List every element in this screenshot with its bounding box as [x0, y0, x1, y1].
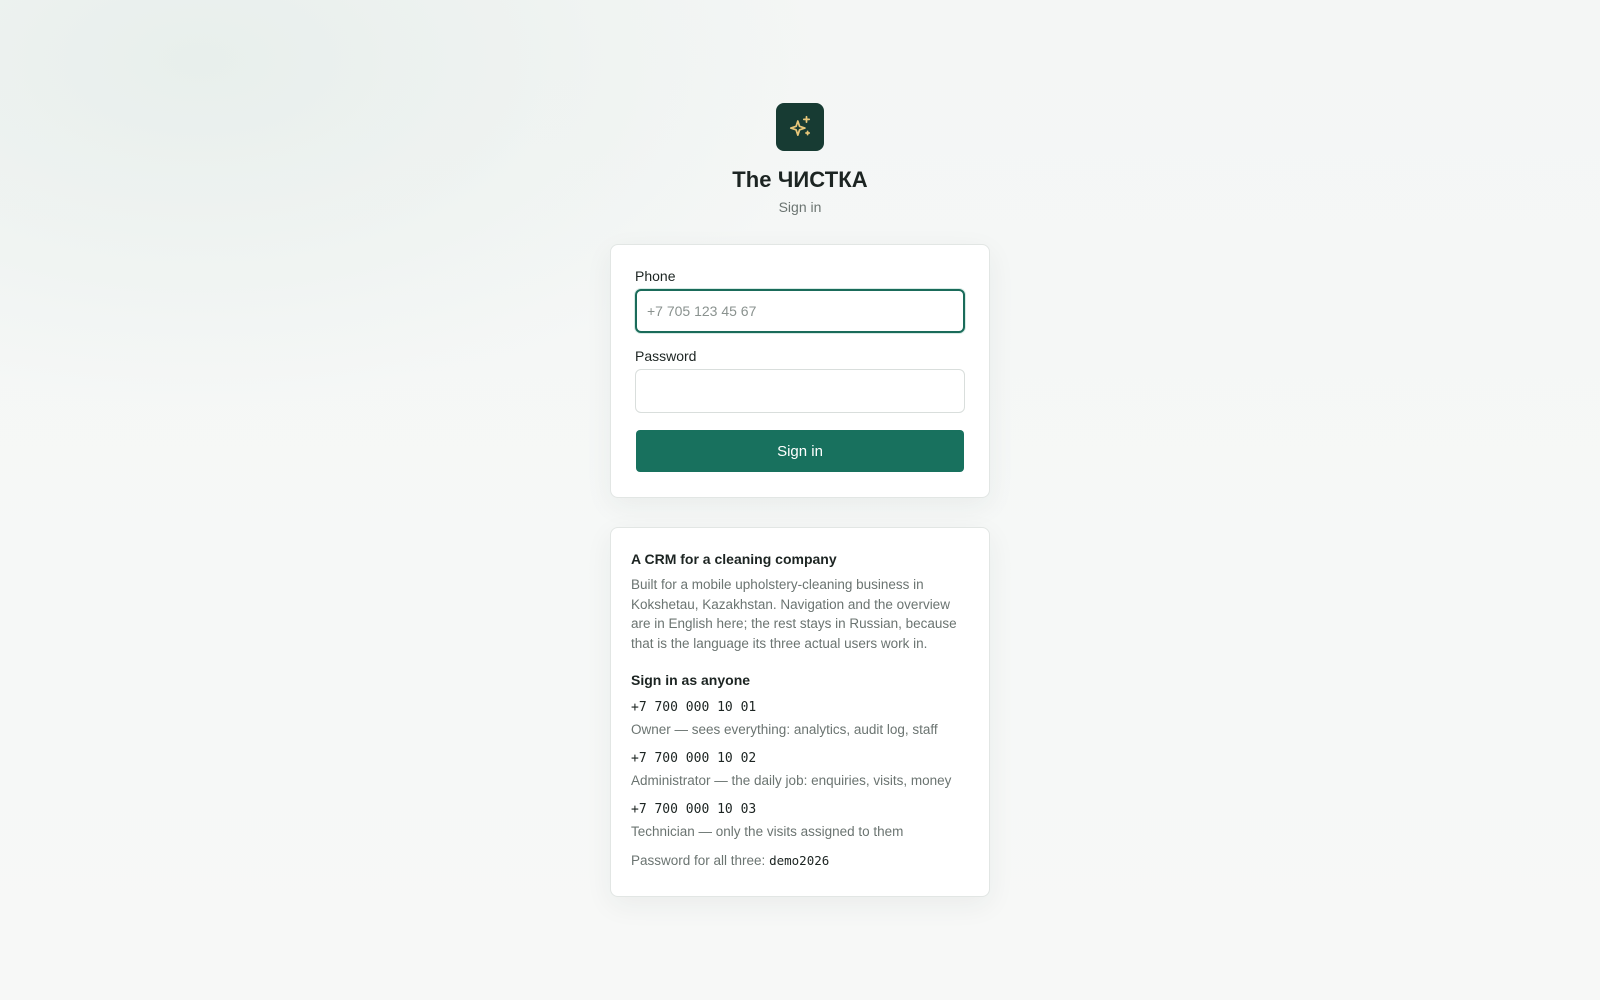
login-page: The ЧИСТКА Sign in Phone Password Sign i… [610, 103, 990, 897]
demo-account-phone: +7 700 000 10 01 [631, 700, 757, 715]
page-subtitle: Sign in [778, 199, 822, 215]
sign-in-form: Phone Password Sign in [610, 244, 990, 498]
demo-account-role: Technician — only the visits assigned to… [631, 824, 904, 839]
sign-in-button[interactable]: Sign in [636, 430, 964, 472]
sparkles-icon [789, 115, 811, 136]
phone-label: Phone [635, 268, 676, 284]
demo-account-role: Owner — sees everything: analytics, audi… [631, 722, 938, 737]
brand-header: The ЧИСТКА Sign in [610, 103, 990, 216]
demo-account-phone: +7 700 000 10 02 [631, 751, 757, 766]
password-input[interactable] [635, 369, 965, 413]
demo-account-role: Administrator — the daily job: enquiries… [631, 773, 952, 788]
app-logo [776, 103, 824, 151]
demo-account-technician: +7 700 000 10 03 Technician — only the v… [631, 801, 969, 841]
phone-input[interactable] [635, 289, 965, 333]
info-description: Built for a mobile upholstery-cleaning b… [631, 577, 957, 651]
demo-account-owner: +7 700 000 10 01 Owner — sees everything… [631, 699, 969, 739]
info-panel: A CRM for a cleaning company Built for a… [610, 527, 990, 897]
demo-password-code: demo2026 [769, 853, 830, 868]
demo-password-note: Password for all three: demo2026 [631, 852, 969, 870]
phone-field-group: Phone [635, 267, 965, 333]
demo-password-prefix: Password for all three: [631, 853, 766, 868]
demo-account-administrator: +7 700 000 10 02 Administrator — the dai… [631, 750, 969, 790]
demo-account-phone: +7 700 000 10 03 [631, 802, 757, 817]
app-title: The ЧИСТКА [732, 167, 868, 192]
password-field-group: Password [635, 347, 965, 413]
info-title: A CRM for a cleaning company [631, 551, 837, 567]
password-label: Password [635, 348, 697, 364]
demo-accounts-title: Sign in as anyone [631, 672, 751, 688]
